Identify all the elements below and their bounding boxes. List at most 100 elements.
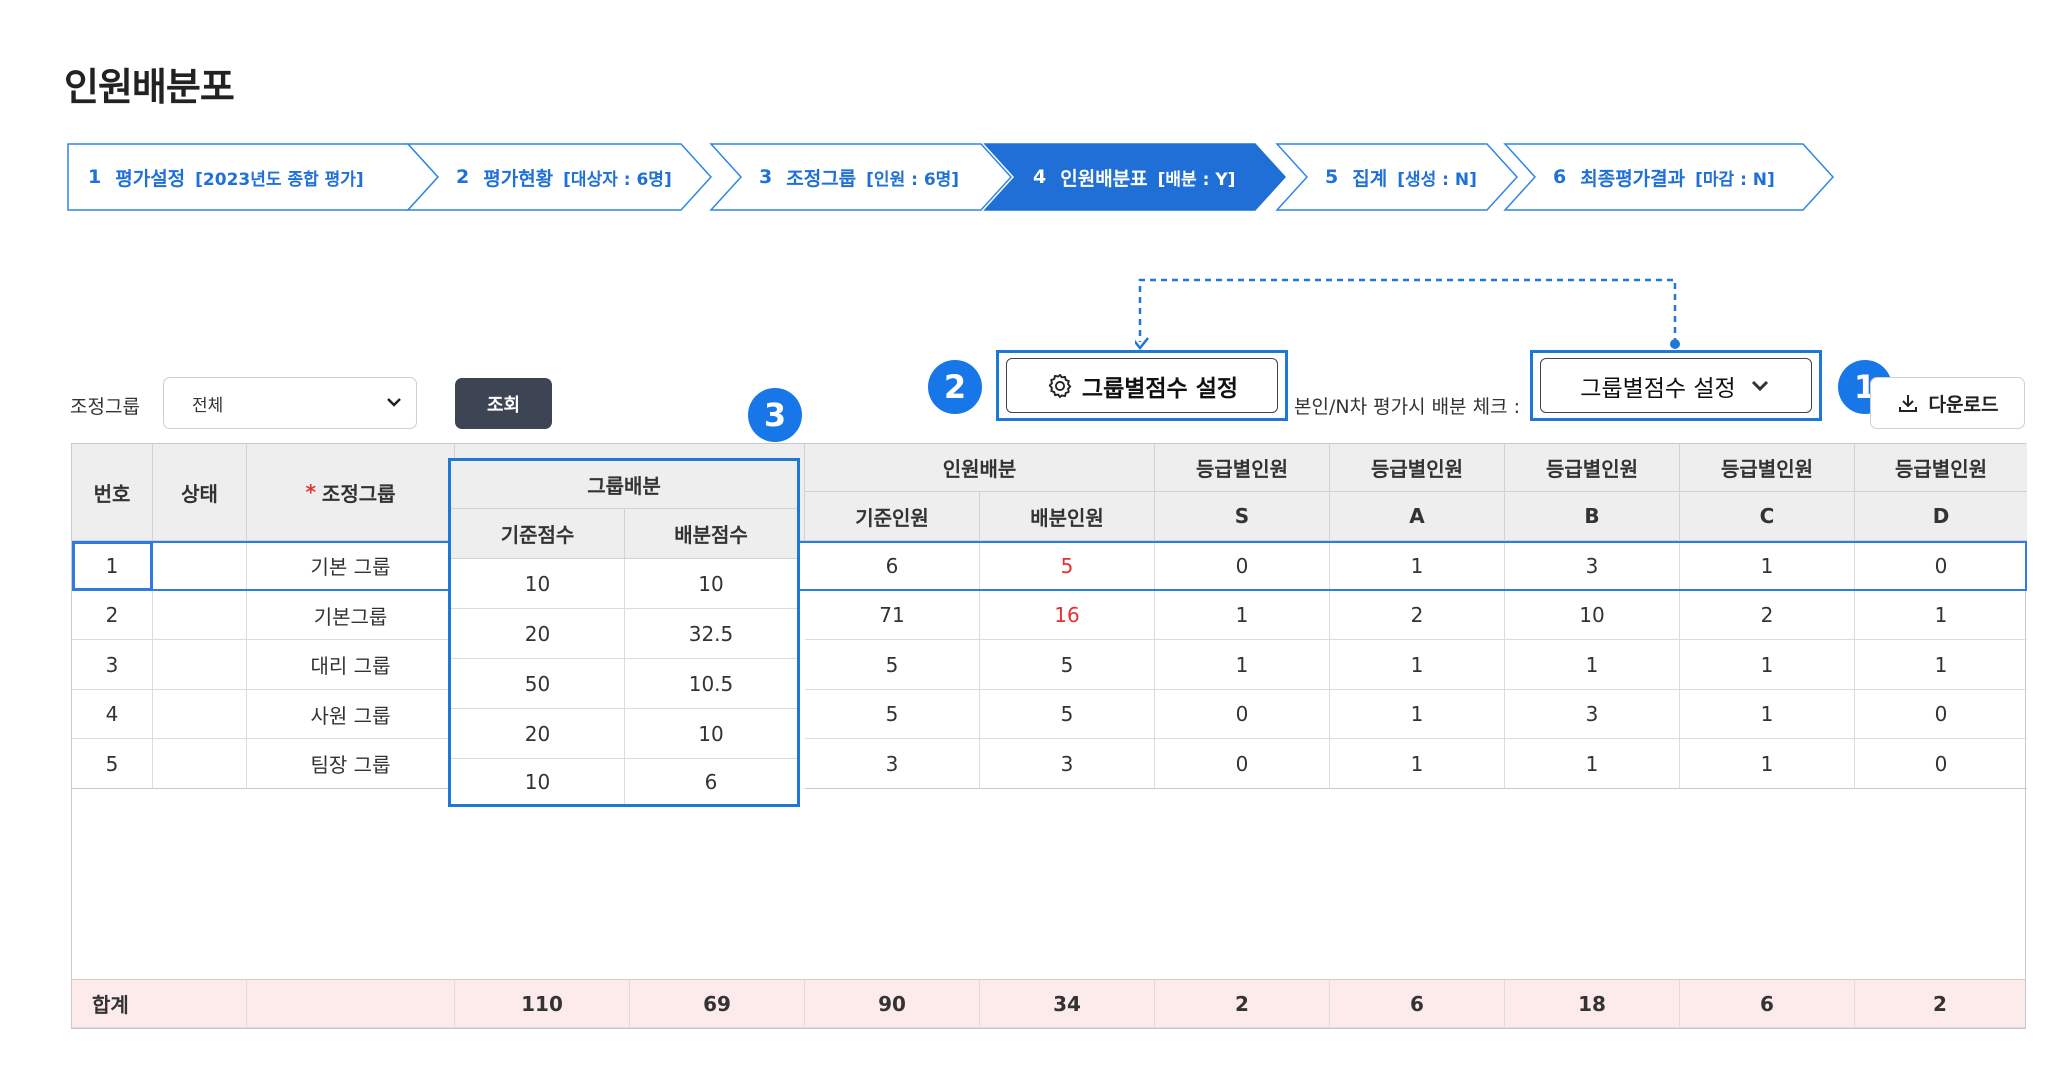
row-3-grade-s[interactable]: 1 bbox=[1155, 640, 1330, 690]
row-2-base-person[interactable]: 71 bbox=[805, 591, 980, 640]
row-5-grade-a[interactable]: 1 bbox=[1330, 739, 1505, 789]
header-grade-person: 등급별인원 bbox=[1155, 444, 1330, 492]
row-3-alloc-person[interactable]: 5 bbox=[980, 640, 1155, 690]
header-no[interactable]: 번호 bbox=[72, 444, 153, 541]
header-base-person[interactable]: 기준인원 bbox=[805, 492, 980, 541]
row-3-status[interactable] bbox=[153, 640, 247, 690]
header-alloc-person[interactable]: 배분인원 bbox=[980, 492, 1155, 541]
row-5-alloc-person[interactable]: 3 bbox=[980, 739, 1155, 789]
group-score-dropdown[interactable]: 그룹별점수 설정 bbox=[1540, 358, 1812, 413]
gear-icon bbox=[1048, 373, 1072, 398]
group-filter-value: 전체 bbox=[192, 395, 224, 416]
row-2-base-score[interactable]: 20 bbox=[451, 609, 625, 659]
header-grade-s[interactable]: S bbox=[1155, 492, 1330, 541]
row-1-no[interactable]: 1 bbox=[72, 541, 153, 591]
step-3-sub: [인원 : 6명] bbox=[866, 169, 960, 190]
row-1-status[interactable] bbox=[153, 541, 247, 591]
header-grade-b[interactable]: B bbox=[1505, 492, 1680, 541]
row-5-alloc-score[interactable]: 6 bbox=[625, 759, 797, 804]
header-grade-d[interactable]: D bbox=[1855, 492, 2027, 541]
step-5[interactable]: 5 집계 [생성 : N] bbox=[1275, 143, 1519, 211]
step-5-label: 집계 bbox=[1352, 167, 1388, 190]
row-3-base-person[interactable]: 5 bbox=[805, 640, 980, 690]
row-3-grade-b[interactable]: 1 bbox=[1505, 640, 1680, 690]
row-5-no[interactable]: 5 bbox=[72, 739, 153, 789]
row-5-base-score[interactable]: 10 bbox=[451, 759, 625, 804]
row-3-no[interactable]: 3 bbox=[72, 640, 153, 690]
row-4-base-person[interactable]: 5 bbox=[805, 690, 980, 739]
chevron-down-icon bbox=[1751, 380, 1768, 391]
row-4-grade-c[interactable]: 1 bbox=[1680, 690, 1855, 739]
header-base-score[interactable]: 기준점수 bbox=[451, 509, 625, 559]
row-4-grade-d[interactable]: 0 bbox=[1855, 690, 2027, 739]
row-4-grade-s[interactable]: 0 bbox=[1155, 690, 1330, 739]
row-1-grade-c[interactable]: 1 bbox=[1680, 541, 1855, 591]
row-4-status[interactable] bbox=[153, 690, 247, 739]
row-2-no[interactable]: 2 bbox=[72, 591, 153, 640]
row-4-group[interactable]: 사원 그룹 bbox=[247, 690, 455, 739]
row-2-alloc-person[interactable]: 16 bbox=[980, 591, 1155, 640]
row-1-base-score[interactable]: 10 bbox=[451, 559, 625, 609]
row-3-alloc-score[interactable]: 10.5 bbox=[625, 659, 797, 709]
row-1-grade-a[interactable]: 1 bbox=[1330, 541, 1505, 591]
row-4-grade-a[interactable]: 1 bbox=[1330, 690, 1505, 739]
step-5-number: 5 bbox=[1325, 166, 1339, 188]
row-3-grade-a[interactable]: 1 bbox=[1330, 640, 1505, 690]
row-4-grade-b[interactable]: 3 bbox=[1505, 690, 1680, 739]
row-5-grade-s[interactable]: 0 bbox=[1155, 739, 1330, 789]
row-5-grade-c[interactable]: 1 bbox=[1680, 739, 1855, 789]
self-check-label: 본인/N차 평가시 배분 체크 : bbox=[1294, 396, 1520, 418]
header-alloc-score[interactable]: 배분점수 bbox=[625, 509, 797, 559]
row-1-grade-b[interactable]: 3 bbox=[1505, 541, 1680, 591]
row-1-grade-d[interactable]: 0 bbox=[1855, 541, 2027, 591]
row-5-grade-b[interactable]: 1 bbox=[1505, 739, 1680, 789]
group-filter-select[interactable]: 전체 bbox=[163, 377, 417, 429]
row-2-grade-a[interactable]: 2 bbox=[1330, 591, 1505, 640]
download-label: 다운로드 bbox=[1928, 393, 1999, 416]
group-score-settings-button[interactable]: 그룹별점수 설정 bbox=[1006, 358, 1278, 413]
row-5-group[interactable]: 팀장 그룹 bbox=[247, 739, 455, 789]
row-4-alloc-person[interactable]: 5 bbox=[980, 690, 1155, 739]
row-5-status[interactable] bbox=[153, 739, 247, 789]
row-3-group[interactable]: 대리 그룹 bbox=[247, 640, 455, 690]
row-1-grade-s[interactable]: 0 bbox=[1155, 541, 1330, 591]
row-2-grade-s[interactable]: 1 bbox=[1155, 591, 1330, 640]
search-button[interactable]: 조회 bbox=[455, 378, 552, 429]
step-2-sub: [대상자 : 6명] bbox=[563, 169, 672, 190]
row-2-grade-c[interactable]: 2 bbox=[1680, 591, 1855, 640]
step-2-number: 2 bbox=[456, 166, 470, 188]
row-2-grade-b[interactable]: 10 bbox=[1505, 591, 1680, 640]
row-1-alloc-person[interactable]: 5 bbox=[980, 541, 1155, 591]
step-3[interactable]: 3 조정그룹 [인원 : 6명] bbox=[709, 143, 1013, 211]
header-group[interactable]: * 조정그룹 bbox=[247, 444, 455, 541]
dashed-connector bbox=[1135, 278, 1680, 351]
download-button[interactable]: 다운로드 bbox=[1870, 377, 2025, 429]
row-5-grade-d[interactable]: 0 bbox=[1855, 739, 2027, 789]
header-grade-c[interactable]: C bbox=[1680, 492, 1855, 541]
row-1-base-person[interactable]: 6 bbox=[805, 541, 980, 591]
step-6[interactable]: 6 최종평가결과 [마감 : N] bbox=[1503, 143, 1835, 211]
header-grade-a[interactable]: A bbox=[1330, 492, 1505, 541]
step-1[interactable]: 1 평가설정 [2023년도 종합 평가] bbox=[67, 143, 440, 211]
row-1-group[interactable]: 기본 그룹 bbox=[247, 541, 455, 591]
row-3-base-score[interactable]: 50 bbox=[451, 659, 625, 709]
total-label: 합계 bbox=[72, 979, 247, 1028]
row-2-grade-d[interactable]: 1 bbox=[1855, 591, 2027, 640]
row-4-no[interactable]: 4 bbox=[72, 690, 153, 739]
step-1-number: 1 bbox=[88, 166, 102, 188]
page-title: 인원배분포 bbox=[64, 65, 235, 109]
row-2-alloc-score[interactable]: 32.5 bbox=[625, 609, 797, 659]
row-4-base-score[interactable]: 20 bbox=[451, 709, 625, 759]
row-1-alloc-score[interactable]: 10 bbox=[625, 559, 797, 609]
row-2-status[interactable] bbox=[153, 591, 247, 640]
row-5-base-person[interactable]: 3 bbox=[805, 739, 980, 789]
step-2[interactable]: 2 평가현황 [대상자 : 6명] bbox=[406, 143, 713, 211]
step-4[interactable]: 4 인원배분표 [배분 : Y] bbox=[983, 143, 1287, 211]
row-4-alloc-score[interactable]: 10 bbox=[625, 709, 797, 759]
total-base-person: 90 bbox=[805, 979, 980, 1028]
group-score-dropdown-label: 그룹별점수 설정 bbox=[1580, 375, 1736, 402]
row-3-grade-d[interactable]: 1 bbox=[1855, 640, 2027, 690]
row-3-grade-c[interactable]: 1 bbox=[1680, 640, 1855, 690]
header-status[interactable]: 상태 bbox=[153, 444, 247, 541]
row-2-group[interactable]: 기본그룹 bbox=[247, 591, 455, 640]
